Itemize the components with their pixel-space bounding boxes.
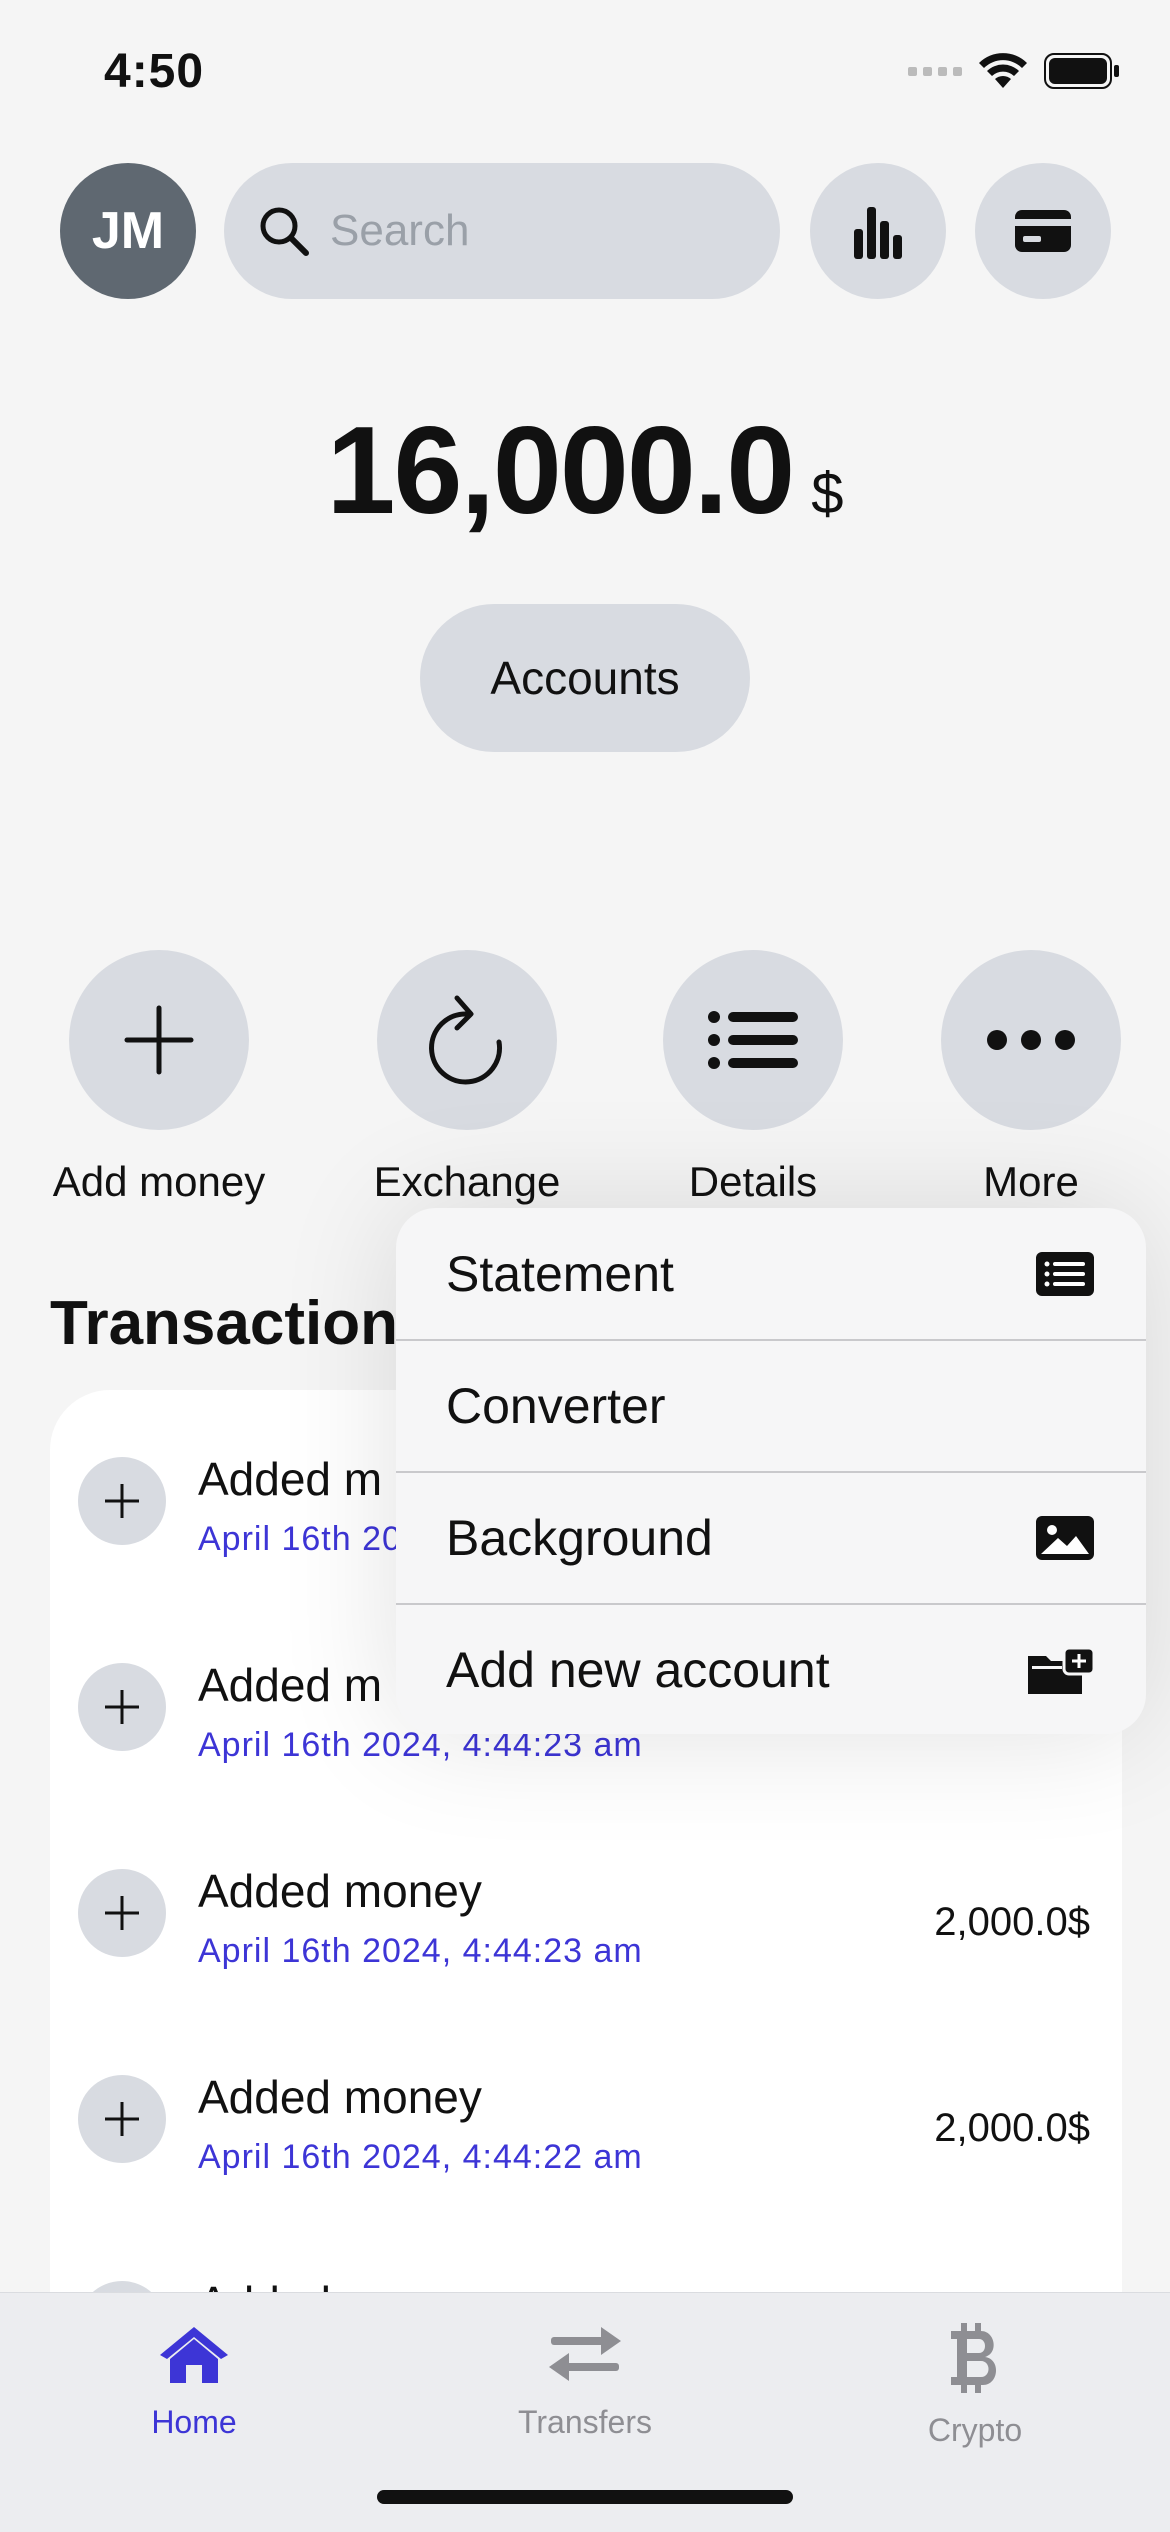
exchange-action[interactable]: Exchange [337,950,597,1206]
screen: 4:50 JM Search 16,000.0 $ Accounts Add m… [0,0,1170,2532]
menu-item-statement[interactable]: Statement [396,1208,1146,1340]
transfer-arrows-icon [549,2327,621,2381]
menu-item-label: Add new account [446,1642,830,1698]
tab-transfers[interactable]: Transfers [465,2323,705,2441]
statement-icon [1036,1252,1094,1296]
home-indicator [377,2490,793,2504]
cellular-signal-icon [908,66,962,76]
details-label: Details [688,1158,818,1205]
more-action[interactable]: More [901,950,1161,1206]
tab-label: Transfers [518,2404,652,2440]
transaction-name: Added m [198,1453,383,1505]
balance-amount: 16,000.0 [326,402,796,540]
add-money-action[interactable]: Add money [29,950,289,1206]
plus-icon [78,1663,166,1751]
menu-item-add-new-account[interactable]: Add new account [396,1604,1146,1734]
transaction-row[interactable]: Added money April 16th 2024, 4:44:23 am … [50,1802,1122,2008]
home-icon [160,2327,228,2383]
status-icons [908,52,1120,90]
tab-label: Crypto [927,2412,1023,2448]
plus-icon [78,1457,166,1545]
tab-crypto[interactable]: Crypto [855,2323,1095,2449]
transaction-row[interactable]: Added money April 16th 2024, 4:44:22 am … [50,2008,1122,2214]
plus-icon [124,1005,194,1075]
tab-home[interactable]: Home [74,2323,314,2441]
menu-item-label: Converter [446,1378,666,1434]
accounts-button[interactable]: Accounts [420,604,750,752]
wifi-icon [979,53,1027,88]
search-icon [260,207,309,256]
add-folder-icon [1028,1648,1094,1694]
details-action[interactable]: Details [623,950,883,1206]
search-bar[interactable] [224,163,780,299]
transaction-date: April 16th 2024, 4:44:22 am [198,2138,643,2176]
battery-icon [1044,53,1119,89]
cards-button[interactable] [975,163,1111,299]
transactions-title: Transactions [50,1289,433,1358]
refresh-icon [429,995,503,1085]
exchange-button[interactable] [377,950,557,1130]
add-money-button[interactable] [69,950,249,1130]
tab-label: Home [151,2404,237,2440]
ellipsis-icon [987,1030,1075,1050]
bitcoin-icon [951,2323,997,2393]
transaction-date: April 16th 2024, 4:44:23 am [198,1932,643,1970]
image-icon [1036,1516,1094,1560]
plus-icon [78,2075,166,2163]
add-money-label: Add money [52,1158,266,1205]
plus-icon [78,1869,166,1957]
credit-card-icon [1015,210,1071,252]
menu-item-converter[interactable]: Converter [396,1340,1146,1472]
balance-currency: $ [811,461,844,526]
analytics-button[interactable] [810,163,946,299]
more-button[interactable] [941,950,1121,1130]
transaction-name: Added m [198,1659,383,1711]
search-input[interactable] [330,206,750,256]
bar-chart-icon [854,207,902,259]
transaction-date: April 16th 20 [198,1520,402,1558]
transaction-name: Added money [198,2071,482,2123]
transaction-name: Added money [198,1865,482,1917]
exchange-label: Exchange [373,1158,561,1205]
more-label: More [983,1158,1079,1205]
menu-item-background[interactable]: Background [396,1472,1146,1604]
transaction-amount: 2,000.0$ [934,1900,1090,1944]
menu-item-label: Statement [446,1246,674,1302]
details-button[interactable] [663,950,843,1130]
avatar[interactable]: JM [60,163,196,299]
transaction-amount: 2,000.0$ [934,2106,1090,2150]
menu-item-label: Background [446,1510,713,1566]
more-menu: Statement Converter Background Add new a… [396,1208,1146,1734]
list-icon [708,1011,798,1069]
balance: 16,000.0 $ [0,400,1170,542]
status-time: 4:50 [104,45,205,98]
